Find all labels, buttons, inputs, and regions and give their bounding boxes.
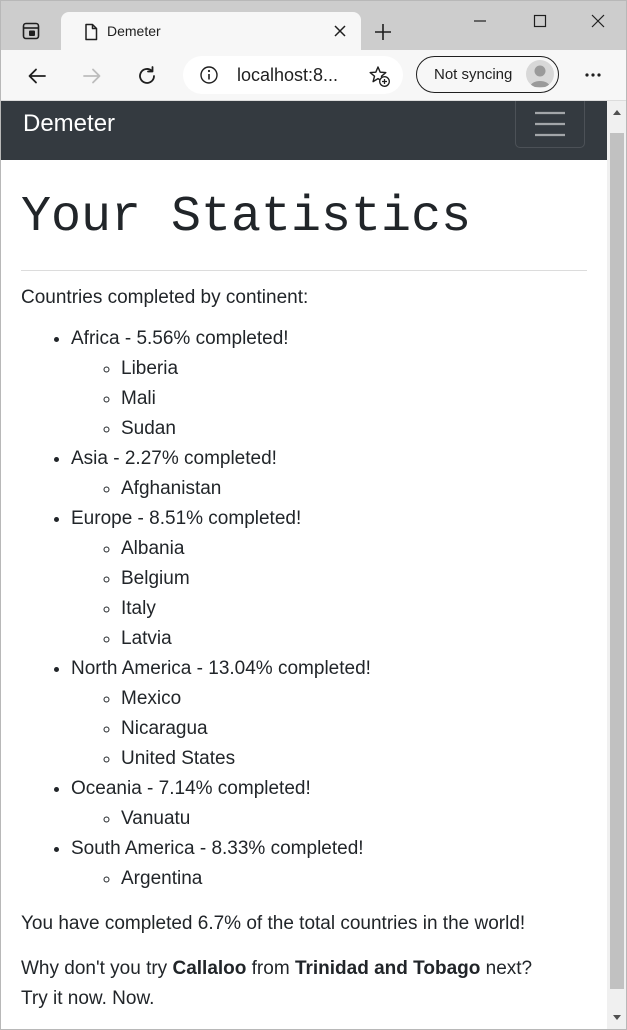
- navbar-toggle-button[interactable]: [515, 101, 585, 148]
- forward-arrow-icon: [83, 68, 101, 84]
- avatar: [526, 60, 554, 88]
- back-button[interactable]: [22, 61, 52, 91]
- continent-label: Europe - 8.51% completed!: [71, 508, 302, 529]
- country-list: Vanuatu: [71, 804, 587, 834]
- continent-item: Asia - 2.27% completed! Afghanistan: [71, 444, 587, 504]
- continent-item: Europe - 8.51% completed! Albania Belgiu…: [71, 504, 587, 654]
- page-viewport: Demeter Your Statistics Countries comple…: [1, 101, 607, 1029]
- tab-actions-icon: [22, 22, 40, 40]
- scroll-up-icon: [612, 110, 621, 115]
- tab-strip: Demeter: [1, 1, 626, 51]
- ellipsis-icon: [585, 73, 601, 77]
- minimize-icon: [474, 20, 486, 22]
- refresh-icon: [139, 66, 155, 84]
- country-list: Albania Belgium Italy Latvia: [71, 534, 587, 654]
- maximize-icon: [533, 14, 547, 28]
- tab-close-button[interactable]: [331, 22, 349, 40]
- brand-link[interactable]: Demeter: [23, 110, 115, 138]
- more-button[interactable]: [579, 61, 607, 89]
- suggested-country: Trinidad and Tobago: [294, 958, 481, 979]
- continent-item: South America - 8.33% completed! Argenti…: [71, 834, 587, 894]
- country-item: Sudan: [121, 414, 587, 444]
- sync-status: Not syncing: [434, 66, 513, 83]
- refresh-button[interactable]: [132, 61, 162, 91]
- continent-label: Oceania - 7.14% completed!: [71, 778, 311, 799]
- window-close-button[interactable]: [583, 7, 613, 35]
- url-text[interactable]: localhost:8...: [237, 65, 338, 86]
- divider: [21, 270, 587, 271]
- back-arrow-icon: [28, 68, 46, 84]
- continent-item: Africa - 5.56% completed! Liberia Mali S…: [71, 324, 587, 444]
- continent-label: Asia - 2.27% completed!: [71, 448, 277, 469]
- country-item: Argentina: [121, 864, 587, 894]
- browser-toolbar: localhost:8... Not syncing: [1, 50, 626, 101]
- tab-demeter[interactable]: Demeter: [61, 12, 361, 51]
- completion-summary: You have completed 6.7% of the total cou…: [21, 913, 526, 934]
- country-item: Mexico: [121, 684, 587, 714]
- suggestion-text: Why don't you try Callaloo from Trinidad…: [21, 954, 587, 984]
- country-item: Afghanistan: [121, 474, 587, 504]
- scroll-down-icon: [612, 1015, 621, 1020]
- country-item: Mali: [121, 384, 587, 414]
- scrollbar-thumb[interactable]: [610, 133, 624, 989]
- country-item: Albania: [121, 534, 587, 564]
- page-icon: [85, 23, 98, 41]
- hamburger-icon: [535, 111, 565, 137]
- continent-item: Oceania - 7.14% completed! Vanuatu: [71, 774, 587, 834]
- suggestion-middle: from: [246, 958, 295, 979]
- new-tab-button[interactable]: [369, 18, 397, 46]
- country-item: Latvia: [121, 624, 587, 654]
- close-icon: [334, 25, 346, 37]
- close-icon: [591, 14, 605, 28]
- country-list: Argentina: [71, 864, 587, 894]
- scroll-up-button[interactable]: [607, 101, 626, 123]
- suggestion-prefix: Why don't you try: [21, 958, 173, 979]
- country-list: Liberia Mali Sudan: [71, 354, 587, 444]
- suggested-dish: Callaloo: [172, 958, 247, 979]
- maximize-button[interactable]: [525, 7, 555, 35]
- country-item: Nicaragua: [121, 714, 587, 744]
- continent-label: Africa - 5.56% completed!: [71, 328, 289, 349]
- suggestion-suffix: next?: [480, 958, 533, 979]
- continent-item: North America - 13.04% completed! Mexico…: [71, 654, 587, 774]
- country-item: United States: [121, 744, 587, 774]
- plus-icon: [375, 24, 391, 40]
- try-it-text: Try it now. Now.: [21, 988, 155, 1009]
- tab-actions-button[interactable]: [9, 12, 53, 50]
- country-item: Italy: [121, 594, 587, 624]
- continent-label: North America - 13.04% completed!: [71, 658, 371, 679]
- address-bar[interactable]: localhost:8...: [183, 56, 403, 94]
- country-item: Liberia: [121, 354, 587, 384]
- info-icon[interactable]: [199, 65, 219, 85]
- star-plus-icon[interactable]: [367, 64, 391, 88]
- person-icon: [530, 65, 550, 87]
- vertical-scrollbar[interactable]: [607, 101, 626, 1029]
- tab-title: Demeter: [107, 23, 161, 39]
- main-content: Your Statistics Countries completed by c…: [21, 160, 587, 1014]
- country-list: Afghanistan: [71, 474, 587, 504]
- profile-button[interactable]: Not syncing: [416, 56, 559, 93]
- page-title: Your Statistics: [21, 189, 472, 246]
- country-item: Vanuatu: [121, 804, 587, 834]
- continent-label: South America - 8.33% completed!: [71, 838, 364, 859]
- minimize-button[interactable]: [465, 7, 495, 35]
- country-list: Mexico Nicaragua United States: [71, 684, 587, 774]
- continent-list: Africa - 5.56% completed! Liberia Mali S…: [21, 324, 587, 894]
- scroll-down-button[interactable]: [607, 1007, 626, 1029]
- browser-window: Demeter localhost:8... Not syncing Demet…: [0, 0, 627, 1030]
- country-item: Belgium: [121, 564, 587, 594]
- forward-button[interactable]: [77, 61, 107, 91]
- site-navbar: Demeter: [1, 101, 607, 160]
- intro-text: Countries completed by continent:: [21, 287, 309, 308]
